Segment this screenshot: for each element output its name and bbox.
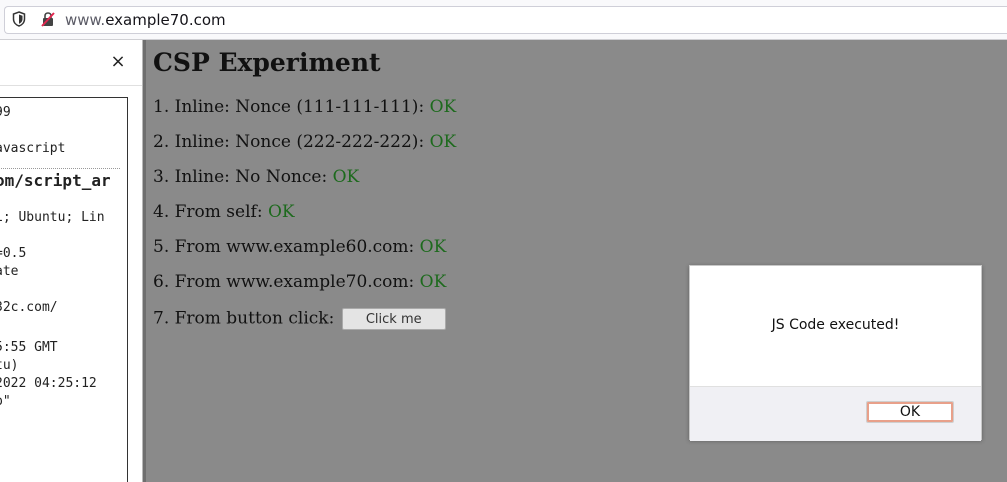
status-ok: OK [332,167,360,187]
header-line: tu) [0,358,19,373]
ok-button[interactable]: OK [866,401,954,423]
page-title: CSP Experiment [153,48,381,77]
close-icon[interactable]: × [110,53,126,71]
header-line: avascript [0,141,66,156]
test-result-7: 7. From button click: Click me [153,308,446,330]
test-label: 3. Inline: No Nonce: [153,167,333,187]
status-ok: OK [419,272,447,292]
request-headers-box: 99 avascript om/script_ar 1; Ubuntu; Lin… [0,97,128,482]
header-line: =0.5 [0,246,27,261]
url-text[interactable]: www.example70.com [65,11,226,29]
status-ok: OK [429,97,457,117]
test-result-4: 4. From self: OK [153,202,295,222]
header-line: ate [0,264,19,279]
status-ok: OK [267,202,295,222]
test-result-5: 5. From www.example60.com: OK [153,237,446,257]
header-line: 32c.com/ [0,300,58,315]
test-label: 5. From www.example60.com: [153,237,420,257]
status-ok: OK [429,132,457,152]
test-label: 1. Inline: Nonce (111-111-111): [153,97,430,117]
url-domain: example70.com [105,11,226,29]
browser-toolbar: www.example70.com [0,0,1007,40]
test-label: 6. From www.example70.com: [153,272,420,292]
test-result-1: 1. Inline: Nonce (111-111-111): OK [153,97,456,117]
test-result-2: 2. Inline: Nonce (222-222-222): OK [153,132,456,152]
shield-icon[interactable] [12,11,26,27]
test-label: 4. From self: [153,202,268,222]
click-me-button[interactable]: Click me [341,308,446,330]
header-line: 1; Ubuntu; Lin [0,210,105,225]
panel-divider [0,85,142,86]
dialog-footer: OK [690,386,981,441]
header-line: 99 [0,105,11,120]
header-line: om/script_ar [0,171,111,190]
test-result-3: 3. Inline: No Nonce: OK [153,167,359,187]
separator [0,168,120,169]
header-line: p" [0,394,11,409]
insecure-lock-icon[interactable] [40,11,56,27]
status-ok: OK [419,237,447,257]
test-label: 2. Inline: Nonce (222-222-222): [153,132,430,152]
header-line: 5:55 GMT [0,340,58,355]
test-result-6: 6. From www.example70.com: OK [153,272,446,292]
alert-dialog: JS Code executed! OK [689,265,982,441]
header-line: 2022 04:25:12 [0,376,97,391]
dialog-message: JS Code executed! [771,317,900,333]
devtools-panel: × 99 avascript om/script_ar 1; Ubuntu; L… [0,40,143,482]
test-label: 7. From button click: [153,308,340,329]
url-prefix: www. [65,11,106,29]
